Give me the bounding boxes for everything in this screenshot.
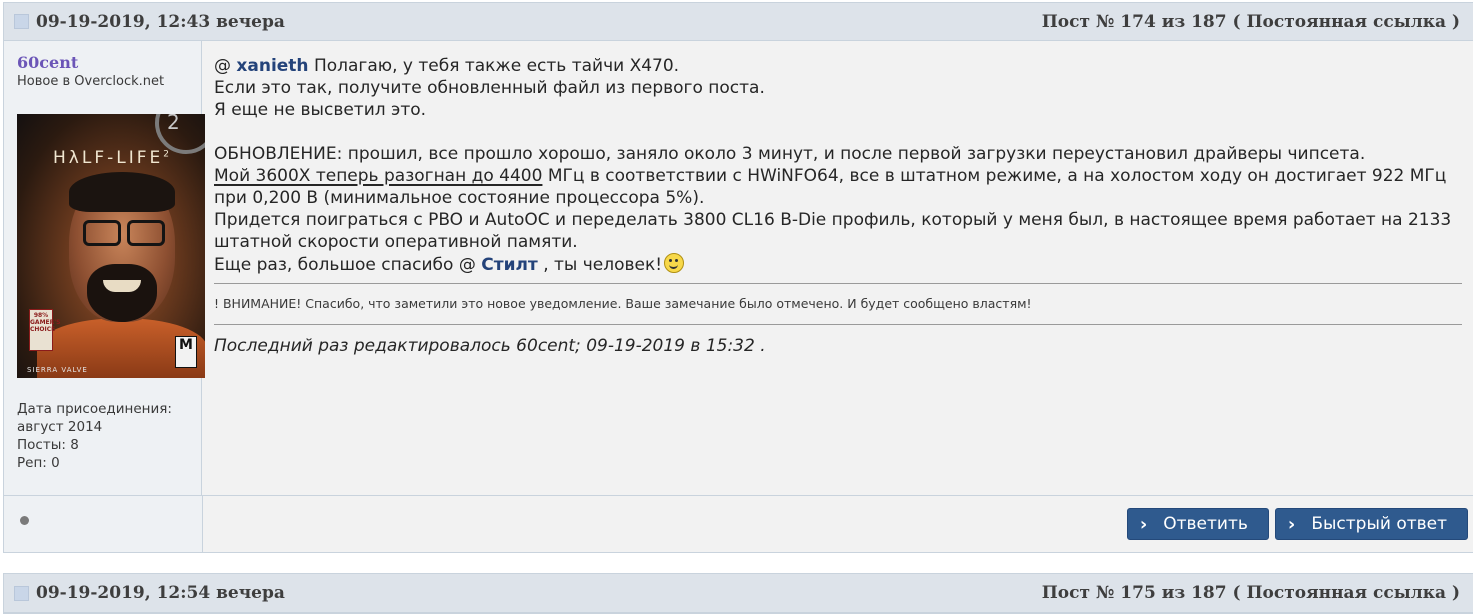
esrb-rating-icon: M (175, 336, 197, 368)
chevron-right-icon: › (1139, 513, 1148, 535)
post-date: 09-19-2019, 12:43 вечера (36, 11, 285, 32)
chevron-right-icon: › (1287, 513, 1296, 535)
post-header: 09-19-2019, 12:43 вечера Пост № 174 из 1… (4, 3, 1473, 41)
post-number: Пост № 174 из 187 (1041, 11, 1227, 32)
divider (214, 324, 1462, 325)
avatar-beard (87, 264, 157, 322)
content-line: Еще раз, большое спасибо @ Стилт , ты че… (214, 253, 1462, 276)
offline-status-icon (20, 516, 29, 525)
avatar-game-title: HλLF-LIFE2 (53, 148, 169, 168)
avatar[interactable]: 2 HλLF-LIFE2 98% GAMER'S CHOICE M SIERRA… (17, 114, 205, 378)
mention-link[interactable]: Стилт (481, 255, 538, 275)
gamers-choice-badge-icon: 98% GAMER'S CHOICE (29, 309, 60, 351)
post-header: 09-19-2019, 12:54 вечера Пост № 175 из 1… (4, 574, 1473, 613)
last-edited-note: Последний раз редактировалось 60cent; 09… (214, 336, 766, 356)
quick-reply-button[interactable]: › Быстрый ответ (1274, 508, 1468, 540)
content-line: ОБНОВЛЕНИЕ: прошил, все прошло хорошо, з… (214, 144, 1366, 164)
mention-link[interactable]: xanieth (236, 56, 308, 76)
avatar-hair (69, 172, 175, 212)
post-status-icon (14, 14, 29, 29)
user-title: Новое в Overclock.net (17, 74, 165, 89)
post-date: 09-19-2019, 12:54 вечера (36, 583, 285, 603)
footer-user-cell (4, 496, 203, 552)
content-line: Мой 3600X теперь разогнан до 4400 МГц в … (214, 166, 1447, 208)
user-stats: Дата присоединения: август 2014 Посты: 8… (17, 400, 201, 472)
post-status-icon (14, 585, 29, 601)
content-line: Я еще не высветил это. (214, 100, 427, 120)
avatar-glasses (83, 220, 165, 246)
notice-text: ! ВНИМАНИЕ! Спасибо, что заметили это но… (214, 296, 1032, 311)
post-number: Пост № 175 из 187 (1041, 583, 1227, 603)
content-line: Придется поиграться с PBO и AutoOC и пер… (214, 210, 1452, 252)
permalink-link[interactable]: ( Постоянная ссылка ) (1233, 583, 1461, 603)
post-content: @ xanieth Полагаю, у тебя также есть тай… (202, 41, 1473, 495)
content-line: Если это так, получите обновленный файл … (214, 78, 765, 98)
join-date-label: Дата присоединения: (17, 401, 172, 417)
avatar-publisher-logos: SIERRA VALVE (27, 366, 88, 374)
underlined-text: Мой 3600X теперь разогнан до 4400 (214, 166, 543, 186)
post-175: 09-19-2019, 12:54 вечера Пост № 175 из 1… (3, 573, 1473, 614)
post-footer: › Ответить › Быстрый ответ (4, 495, 1473, 552)
username-link[interactable]: 60cent (17, 53, 78, 72)
permalink-link[interactable]: ( Постоянная ссылка ) (1233, 12, 1461, 32)
post-count: Посты: 8 (17, 437, 79, 453)
reputation: Реп: 0 (17, 455, 60, 471)
post-174: 09-19-2019, 12:43 вечера Пост № 174 из 1… (3, 2, 1473, 553)
join-date-value: август 2014 (17, 419, 103, 435)
user-info-panel: 60cent Новое в Overclock.net 2 HλLF-LIFE… (4, 41, 205, 495)
smiley-icon (664, 253, 685, 273)
avatar-mouth (103, 280, 141, 292)
content-line: @ xanieth Полагаю, у тебя также есть тай… (214, 56, 680, 76)
reply-button[interactable]: › Ответить (1126, 508, 1269, 540)
